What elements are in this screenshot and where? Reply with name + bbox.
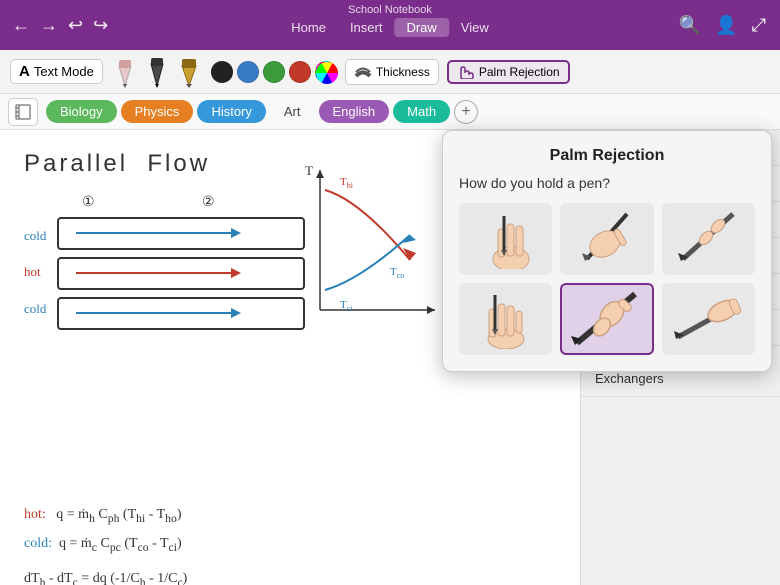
menu-tab-draw[interactable]: Draw (394, 18, 448, 37)
notebook-icon (14, 104, 32, 120)
thickness-label: Thickness (376, 65, 430, 79)
tab-english[interactable]: English (319, 100, 390, 123)
color-black[interactable] (211, 61, 233, 83)
thickness-icon (354, 63, 372, 81)
tab-math[interactable]: Math (393, 100, 450, 123)
eq-cold: cold: q = ṁc Cpc (Tco - Tci) (24, 530, 556, 559)
pen-tool-1[interactable] (111, 56, 139, 88)
palm-rejection-title: Palm Rejection (459, 147, 755, 165)
grip-option-5[interactable] (560, 283, 653, 355)
grip-option-3[interactable] (662, 203, 755, 275)
redo-button[interactable]: ↪ (93, 15, 108, 36)
pen-tools (111, 56, 203, 88)
color-green[interactable] (263, 61, 285, 83)
diagram-label-1: ① (82, 194, 95, 211)
app-name: School Notebook (348, 4, 432, 16)
flow-box-bottom (56, 296, 306, 331)
pen-tool-2[interactable] (143, 56, 171, 88)
flow-box-top (56, 216, 306, 251)
forward-button[interactable]: → (40, 15, 58, 36)
menu-tab-home[interactable]: Home (279, 18, 338, 37)
label-cold-bottom: cold (24, 301, 46, 317)
color-blue[interactable] (237, 61, 259, 83)
main-content: Parallel Flow ① ② cold hot cold (0, 130, 780, 585)
svg-text:Tci: Tci (340, 299, 353, 313)
back-button[interactable]: ← (12, 15, 30, 36)
grip-option-1[interactable] (459, 203, 552, 275)
user-icon[interactable]: 👤 (715, 15, 737, 36)
equations-block: hot: q = ṁh Cph (Thi - Tho) cold: q = ṁc… (24, 501, 556, 585)
svg-text:T: T (305, 163, 313, 178)
toolbar: A Text Mode (0, 50, 780, 94)
palm-rejection-icon (457, 65, 475, 79)
color-swatches (211, 61, 337, 83)
svg-text:Thi: Thi (340, 176, 354, 190)
grip-option-4[interactable] (459, 283, 552, 355)
text-mode-button[interactable]: A Text Mode (10, 59, 103, 84)
menu-tab-insert[interactable]: Insert (338, 18, 395, 37)
undo-button[interactable]: ↩ (68, 15, 83, 36)
text-mode-letter: A (19, 63, 30, 80)
palm-rejection-popup: Palm Rejection How do you hold a pen? (442, 130, 772, 372)
color-red[interactable] (289, 61, 311, 83)
notebook-page-btn[interactable] (8, 98, 38, 126)
search-icon[interactable]: 🔍 (679, 15, 701, 36)
flow-box-middle (56, 256, 306, 291)
title-bar: ← → ↩ ↪ School Notebook Home Insert Draw… (0, 0, 780, 50)
palm-rejection-question: How do you hold a pen? (459, 175, 755, 191)
palm-rejection-button[interactable]: Palm Rejection (447, 60, 570, 84)
label-hot: hot (24, 264, 41, 280)
temp-graph: T Thi Tci Tco (300, 160, 440, 320)
grip-option-6[interactable] (662, 283, 755, 355)
color-multicolor[interactable] (315, 61, 337, 83)
palm-rejection-label: Palm Rejection (479, 65, 560, 79)
pen-tool-3[interactable] (175, 56, 203, 88)
notebook-tabs: Biology Physics History Art English Math… (0, 94, 780, 130)
tab-biology[interactable]: Biology (46, 100, 117, 123)
nav-controls: ← → ↩ ↪ (0, 15, 108, 36)
menu-tabs: Home Insert Draw View (279, 18, 501, 37)
svg-text:Tco: Tco (390, 266, 404, 280)
pen-grips-grid (459, 203, 755, 355)
menu-tab-view[interactable]: View (449, 18, 501, 37)
tab-history[interactable]: History (197, 100, 265, 123)
eq-diff: dTh - dTc = dq (-1/Ch - 1/Cc) (24, 565, 556, 585)
eq-hot: hot: q = ṁh Cph (Thi - Tho) (24, 501, 556, 530)
titlebar-right: 🔍 👤 ⤢ (679, 15, 780, 36)
grip-option-2[interactable] (560, 203, 653, 275)
thickness-button[interactable]: Thickness (345, 59, 439, 85)
text-mode-label: Text Mode (34, 64, 94, 79)
tab-physics[interactable]: Physics (121, 100, 194, 123)
add-tab-button[interactable]: + (454, 100, 478, 124)
tab-art[interactable]: Art (270, 100, 315, 123)
label-cold-top: cold (24, 228, 46, 244)
diagram-label-2: ② (202, 194, 215, 211)
expand-icon[interactable]: ⤢ (752, 15, 766, 36)
app-title-container: School Notebook Home Insert Draw View (279, 4, 501, 37)
